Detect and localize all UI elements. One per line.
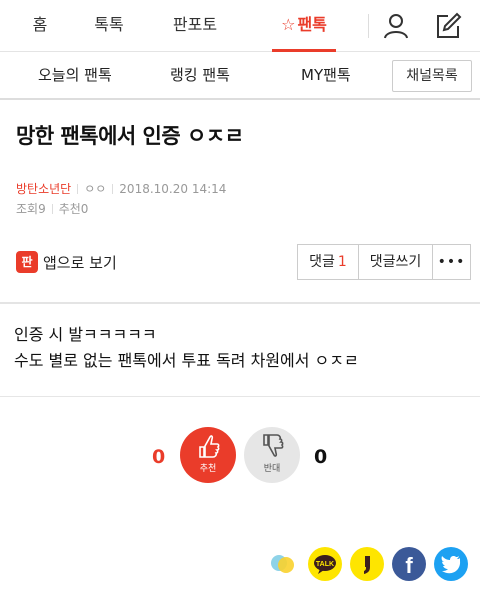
edit-icon[interactable] — [432, 10, 464, 42]
app-view-label: 앱으로 보기 — [43, 253, 117, 272]
comment-label: 댓글 — [309, 254, 335, 270]
comment-button[interactable]: 댓글 1 — [298, 245, 358, 279]
oppose-label: 반대 — [263, 464, 281, 474]
tab-fantalk-label: 팬톡 — [297, 15, 327, 34]
post-author[interactable]: 방탄소년단 — [16, 182, 71, 196]
post-body-line: 수도 별로 없는 팬톡에서 투표 독려 차원에서 ㅇㅈㄹ — [14, 351, 359, 370]
meta-divider — [77, 184, 79, 194]
body-divider — [0, 396, 480, 397]
tab-home[interactable]: 홈 — [20, 0, 60, 52]
app-view-link[interactable]: 판 앱으로 보기 — [16, 250, 117, 274]
app-icon: 판 — [16, 251, 38, 273]
meta-divider — [51, 204, 53, 214]
write-comment-button[interactable]: 댓글쓰기 — [358, 245, 432, 279]
profile-icon[interactable] — [380, 10, 412, 42]
nav-divider — [368, 14, 369, 38]
sub-nav: 오늘의 팬톡 랭킹 팬톡 MY팬톡 채널목록 — [0, 52, 480, 100]
post-body: 인증 시 발ㅋㅋㅋㅋㅋ 수도 별로 없는 팬톡에서 투표 독려 차원에서 ㅇㅈㄹ — [14, 322, 359, 374]
meta-divider — [112, 184, 114, 194]
post-meta: 방탄소년단 ㅇㅇ 2018.10.20 14:14 — [16, 180, 226, 197]
content-divider — [0, 302, 480, 304]
tab-fantalk[interactable]: ☆ 팬톡 — [272, 0, 336, 52]
subnav-my-fantalk[interactable]: MY팬톡 — [301, 52, 351, 98]
post-body-line: 인증 시 발ㅋㅋㅋㅋㅋ — [14, 325, 157, 344]
recommend-label: 추천 — [199, 464, 217, 474]
kakaopage-icon[interactable] — [350, 547, 384, 581]
recommend-count: 0 — [152, 446, 166, 468]
star-icon: ☆ — [281, 15, 296, 34]
facebook-glyph: f — [405, 553, 413, 578]
facebook-icon[interactable]: f — [392, 547, 426, 581]
oppose-button[interactable]: 반대 — [244, 427, 300, 483]
comment-button-group: 댓글 1 댓글쓰기 ••• — [297, 244, 471, 280]
post-views: 조회9 — [16, 202, 46, 216]
comment-count: 1 — [337, 254, 347, 270]
subnav-today-fantalk[interactable]: 오늘의 팬톡 — [38, 52, 112, 98]
post-title: 망한 팬톡에서 인증 ㅇㅈㄹ — [16, 124, 244, 148]
tab-toktok[interactable]: 톡톡 — [86, 0, 132, 52]
more-button[interactable]: ••• — [432, 245, 470, 279]
post-stats: 조회9 추천0 — [16, 200, 88, 217]
subnav-ranking-fantalk[interactable]: 랭킹 팬톡 — [170, 52, 230, 98]
twitter-icon[interactable] — [434, 547, 468, 581]
post-nickname: ㅇㅇ — [84, 182, 107, 196]
recommend-button[interactable]: 추천 — [180, 427, 236, 483]
post-date: 2018.10.20 14:14 — [119, 182, 227, 196]
tab-panphoto[interactable]: 판포토 — [165, 0, 225, 52]
oppose-count: 0 — [314, 446, 328, 468]
post-recommends: 추천0 — [58, 202, 89, 216]
kakaostory-icon[interactable] — [266, 547, 300, 581]
channel-list-button[interactable]: 채널목록 — [392, 60, 472, 92]
kakaotalk-icon[interactable]: TALK — [308, 547, 342, 581]
kakaotalk-label: TALK — [316, 561, 334, 568]
top-nav: 홈 톡톡 판포토 ☆ 팬톡 — [0, 0, 480, 52]
